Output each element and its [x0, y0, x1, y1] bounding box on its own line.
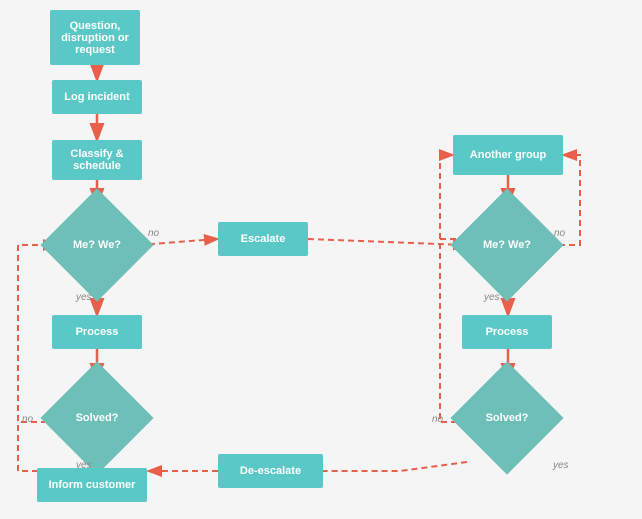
yes1-label: yes: [76, 292, 92, 303]
inform-customer-node: Inform customer: [37, 468, 147, 502]
question-node: Question, disruption or request: [50, 10, 140, 65]
process2-node: Process: [462, 315, 552, 349]
de-escalate-node: De-escalate: [218, 454, 323, 488]
classify-node: Classify & schedule: [52, 140, 142, 180]
escalate-node: Escalate: [218, 222, 308, 256]
yes3-label: yes: [484, 292, 500, 303]
yes4-label: yes: [553, 460, 569, 471]
no3-label: no: [554, 228, 565, 239]
flowchart: Question, disruption or request Log inci…: [0, 0, 642, 519]
another-group-node: Another group: [453, 135, 563, 175]
process1-node: Process: [52, 315, 142, 349]
me-we-2-node: Me? We?: [467, 205, 547, 285]
solved1-node: Solved?: [57, 378, 137, 458]
no4-label: no: [432, 414, 443, 425]
no1-label: no: [148, 228, 159, 239]
solved2-node: Solved?: [467, 378, 547, 458]
log-incident-node: Log incident: [52, 80, 142, 114]
me-we-1-node: Me? We?: [57, 205, 137, 285]
no2-label: no: [22, 414, 33, 425]
